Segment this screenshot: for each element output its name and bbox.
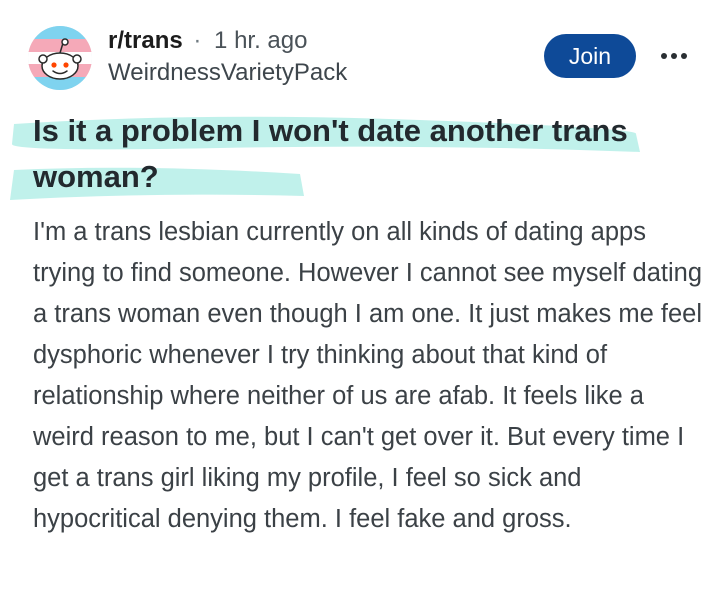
post-header: r/trans · 1 hr. ago WeirdnessVarietyPack… bbox=[0, 0, 720, 100]
subreddit-avatar-icon[interactable] bbox=[28, 26, 92, 90]
more-options-button[interactable] bbox=[656, 42, 692, 70]
post-timestamp: 1 hr. ago bbox=[214, 27, 308, 54]
post-title-area: Is it a problem I won't date another tra… bbox=[0, 100, 720, 210]
join-button[interactable]: Join bbox=[544, 34, 636, 78]
subreddit-link[interactable]: r/trans bbox=[108, 27, 183, 54]
more-dots-icon bbox=[661, 53, 687, 59]
post-body: I'm a trans lesbian currently on all kin… bbox=[33, 218, 703, 533]
post-meta-line: r/trans · 1 hr. ago bbox=[108, 26, 307, 56]
meta-separator: · bbox=[193, 27, 202, 54]
post-title[interactable]: Is it a problem I won't date another tra… bbox=[33, 108, 693, 200]
post-author[interactable]: WeirdnessVarietyPack bbox=[108, 58, 347, 88]
